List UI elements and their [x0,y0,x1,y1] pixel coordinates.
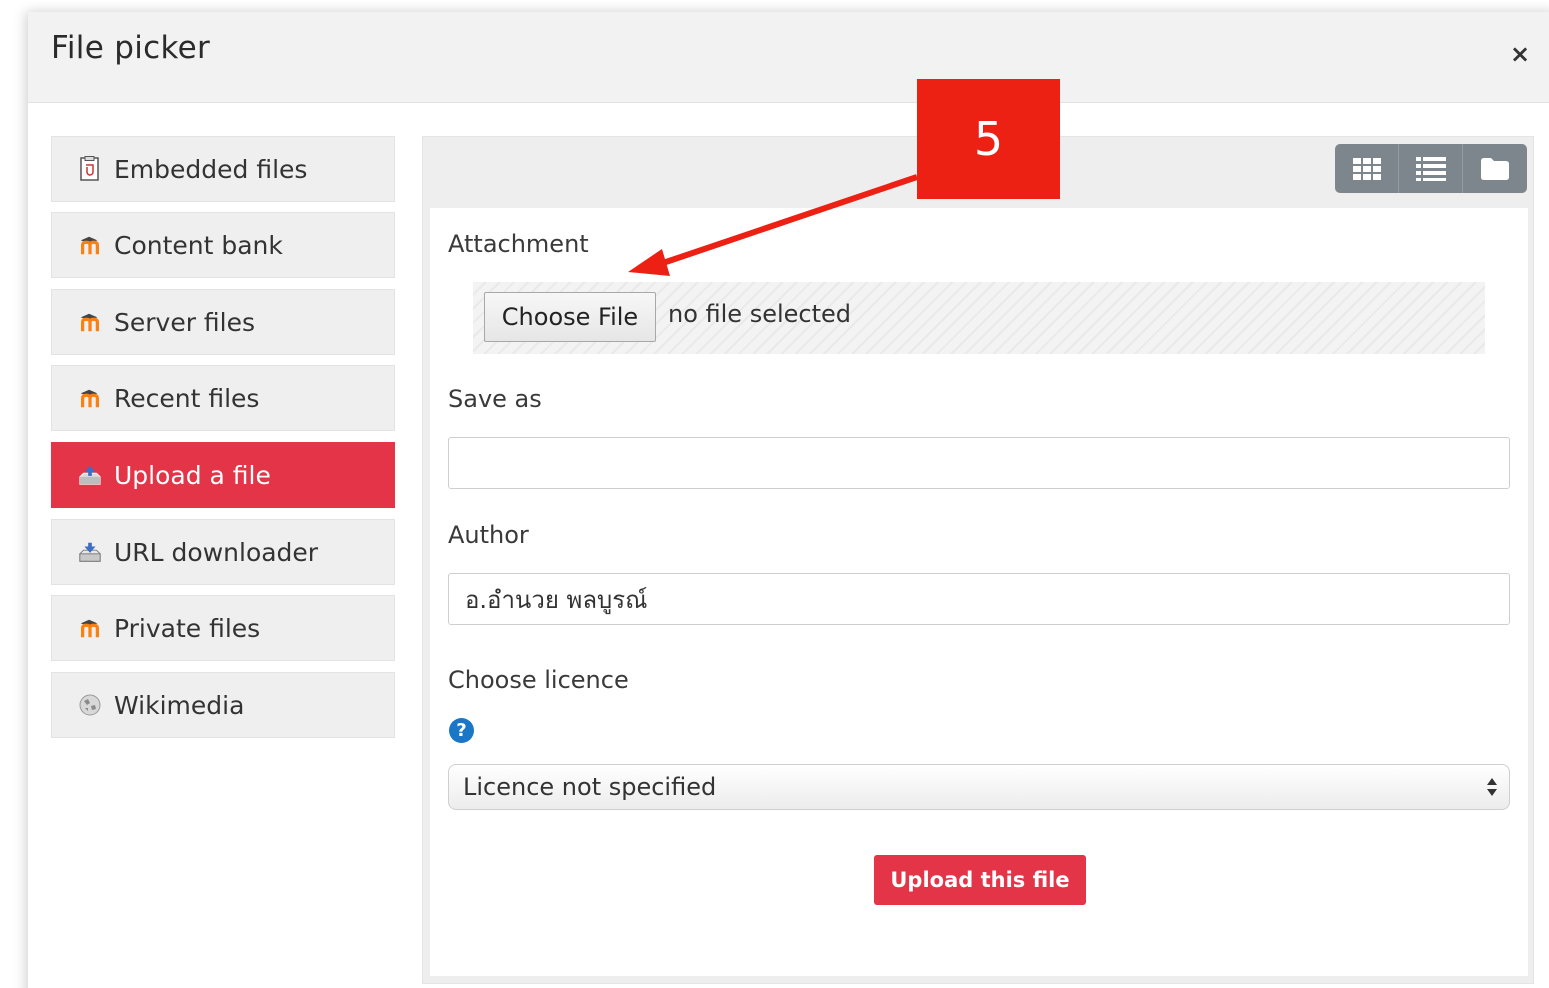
sidebar-item-server-files[interactable]: Server files [51,289,395,355]
wikimedia-icon [78,693,102,717]
sidebar-item-label: Server files [114,307,256,337]
sidebar-item-label: URL downloader [114,537,319,567]
author-label: Author [448,521,529,549]
upload-form: Attachment Choose File no file selected … [430,208,1528,976]
upload-icon [78,463,102,487]
moodle-icon [78,616,102,640]
sidebar-item-label: Private files [114,613,261,643]
folder-view-icon[interactable] [1463,144,1527,193]
sidebar-item-private-files[interactable]: Private files [51,595,395,661]
attachment-label: Attachment [448,230,589,258]
upload-this-file-button[interactable]: Upload this file [874,855,1086,905]
sidebar-item-label: Wikimedia [114,690,245,720]
dialog-header: File picker × [28,12,1549,103]
sidebar-item-label: Recent files [114,383,260,413]
save-as-input[interactable] [448,437,1510,489]
sidebar-item-label: Content bank [114,230,283,260]
upload-panel: Attachment Choose File no file selected … [422,136,1534,984]
sidebar-item-label: Embedded files [114,154,308,184]
sidebar-item-content-bank[interactable]: Content bank [51,212,395,278]
file-status-text: no file selected [668,300,852,328]
view-toggle-group [1335,144,1527,193]
embedded-files-icon [78,156,102,181]
sidebar-item-label: Upload a file [114,460,271,490]
sidebar-item-recent-files[interactable]: Recent files [51,365,395,431]
sidebar-item-url-downloader[interactable]: URL downloader [51,519,395,585]
save-as-label: Save as [448,385,542,413]
help-icon[interactable]: ? [449,718,474,743]
moodle-icon [78,386,102,410]
dialog-title: File picker [51,30,211,66]
close-icon[interactable]: × [1510,42,1530,66]
sidebar-item-embedded-files[interactable]: Embedded files [51,136,395,202]
licence-selected-value: Licence not specified [463,773,717,801]
sidebar-item-upload-a-file[interactable]: Upload a file [51,442,395,508]
select-arrows-icon [1487,778,1497,796]
choose-file-button[interactable]: Choose File [484,292,656,342]
moodle-icon [78,233,102,257]
sidebar-item-wikimedia[interactable]: Wikimedia [51,672,395,738]
list-view-icon[interactable] [1399,144,1463,193]
step-callout: 5 [917,79,1060,199]
file-drop-area[interactable]: Choose File no file selected [473,282,1485,354]
licence-select[interactable]: Licence not specified [448,764,1510,810]
grid-view-icon[interactable] [1335,144,1399,193]
moodle-icon [78,310,102,334]
file-picker-dialog: File picker × Embedded files Content ban… [28,12,1549,988]
author-input[interactable] [448,573,1510,625]
download-icon [78,540,102,564]
licence-label: Choose licence [448,666,629,694]
